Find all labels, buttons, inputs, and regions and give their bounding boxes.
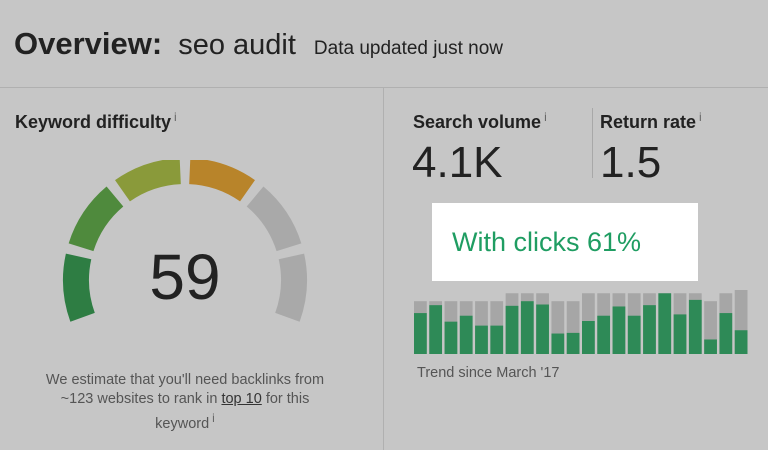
trend-bar-clicks[interactable]	[414, 313, 427, 354]
trend-bar-clicks[interactable]	[429, 305, 443, 354]
panel-divider	[383, 88, 384, 450]
trend-label: Trend since March '17	[417, 365, 560, 381]
trend-bar-clicks[interactable]	[444, 321, 458, 354]
description-info-icon[interactable]: i	[212, 411, 215, 425]
trend-bar-clicks[interactable]	[612, 306, 626, 354]
trend-bar-clicks[interactable]	[566, 332, 580, 354]
trend-bar-clicks[interactable]	[734, 330, 748, 354]
search-volume-label: Search volume	[413, 112, 542, 132]
search-volume-trend-chart	[414, 289, 748, 355]
search-volume-value: 4.1K	[412, 138, 503, 187]
trend-bar-clicks[interactable]	[719, 313, 733, 354]
trend-bar-clicks[interactable]	[551, 333, 565, 354]
trend-bar-clicks[interactable]	[704, 339, 717, 354]
keyword-difficulty-description: We estimate that you'll need backlinks f…	[40, 371, 330, 434]
clicks-percentage-callout: With clicks 61%	[432, 203, 698, 281]
return-rate-value: 1.5	[600, 138, 662, 187]
trend-bar-clicks[interactable]	[582, 321, 595, 354]
search-volume-info-icon[interactable]: i	[544, 110, 547, 124]
keyword-difficulty-info-icon[interactable]: i	[174, 110, 177, 124]
trend-bar-clicks[interactable]	[490, 325, 504, 354]
gauge-segment-filled	[189, 160, 255, 202]
trend-bar-clicks[interactable]	[597, 315, 611, 354]
keyword-difficulty-title: Keyword difficulty i	[15, 110, 177, 133]
trend-bar-clicks[interactable]	[673, 314, 687, 354]
trend-bar-clicks[interactable]	[536, 304, 549, 355]
trend-bar-clicks[interactable]	[643, 305, 656, 354]
return-rate-info-icon[interactable]: i	[699, 110, 702, 124]
trend-bar-clicks[interactable]	[505, 305, 519, 354]
trend-bar-clicks[interactable]	[520, 301, 534, 354]
return-rate-title: Return rate i	[600, 110, 702, 133]
top-10-link[interactable]: top 10	[221, 391, 261, 407]
gauge-segment-filled	[63, 253, 95, 322]
trend-bar-clicks[interactable]	[627, 315, 641, 354]
trend-bar-clicks[interactable]	[459, 315, 473, 354]
trend-bar-clicks[interactable]	[658, 293, 672, 354]
project-name: seo audit	[178, 29, 296, 61]
overview-header: Overview: seo audit Data updated just no…	[0, 0, 768, 88]
gauge-segment-empty	[275, 253, 307, 322]
search-volume-title: Search volume i	[413, 110, 547, 133]
gauge-segment-filled	[115, 160, 181, 202]
page-title: Overview:	[14, 26, 163, 61]
trend-bar-clicks[interactable]	[688, 299, 702, 354]
trend-bar-clicks[interactable]	[475, 325, 488, 354]
keyword-difficulty-label: Keyword difficulty	[15, 112, 172, 132]
return-rate-label: Return rate	[600, 112, 697, 132]
metric-divider	[592, 108, 593, 178]
data-updated-status: Data updated just now	[313, 38, 503, 59]
keyword-difficulty-score: 59	[149, 241, 221, 313]
